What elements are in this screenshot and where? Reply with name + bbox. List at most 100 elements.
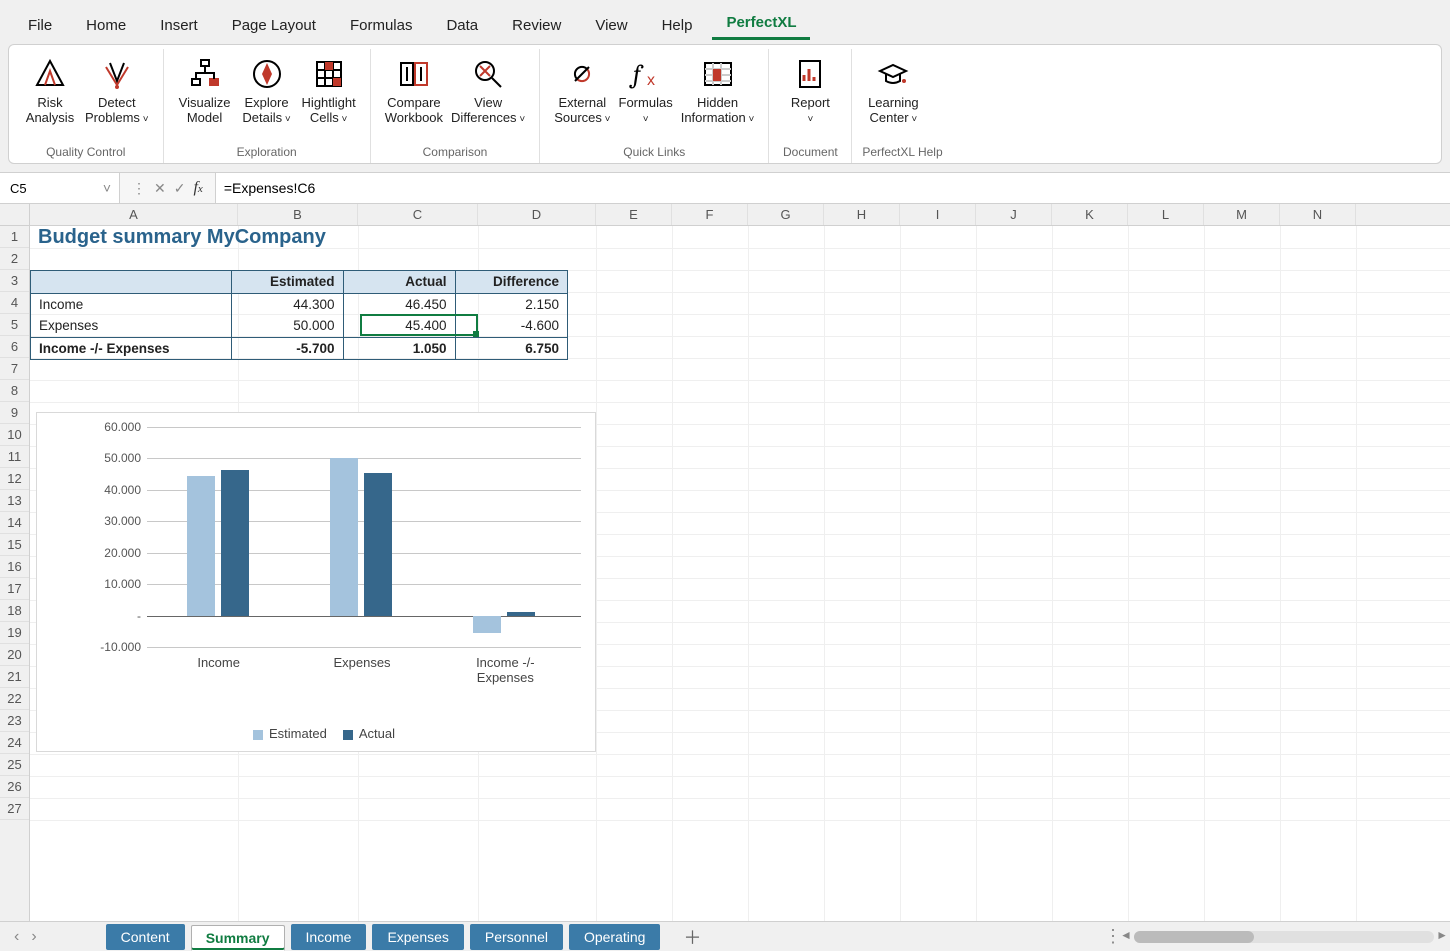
- row-header-26[interactable]: 26: [0, 776, 29, 798]
- table-cell[interactable]: 44.300: [231, 293, 343, 315]
- row-header-15[interactable]: 15: [0, 534, 29, 556]
- col-header-C[interactable]: C: [358, 204, 478, 225]
- row-header-16[interactable]: 16: [0, 556, 29, 578]
- menu-file[interactable]: File: [14, 9, 66, 40]
- learning-center-button[interactable]: LearningCenter: [862, 53, 924, 129]
- formulas-button[interactable]: fxFormulas: [615, 53, 677, 129]
- row-header-12[interactable]: 12: [0, 468, 29, 490]
- row-header-22[interactable]: 22: [0, 688, 29, 710]
- table-cell[interactable]: 1.050: [343, 337, 455, 359]
- menu-view[interactable]: View: [581, 9, 641, 40]
- formula-input[interactable]: [215, 173, 1450, 203]
- col-header-D[interactable]: D: [478, 204, 596, 225]
- table-cell[interactable]: 46.450: [343, 293, 455, 315]
- table-cell[interactable]: -5.700: [231, 337, 343, 359]
- view-differences-button[interactable]: ViewDifferences: [447, 53, 529, 129]
- tab-nav-next[interactable]: ›: [25, 928, 42, 946]
- row-header-23[interactable]: 23: [0, 710, 29, 732]
- row-header-10[interactable]: 10: [0, 424, 29, 446]
- menu-insert[interactable]: Insert: [146, 9, 212, 40]
- col-header-G[interactable]: G: [748, 204, 824, 225]
- menu-page-layout[interactable]: Page Layout: [218, 9, 330, 40]
- scroll-right-icon[interactable]: ►: [1436, 928, 1448, 942]
- table-cell[interactable]: Income -/- Expenses: [31, 337, 231, 359]
- col-header-M[interactable]: M: [1204, 204, 1280, 225]
- row-header-13[interactable]: 13: [0, 490, 29, 512]
- more-icon[interactable]: ⋮: [132, 180, 146, 197]
- horizontal-scrollbar[interactable]: ◄ ►: [1134, 931, 1434, 943]
- sheet-tab-operating[interactable]: Operating: [569, 924, 660, 950]
- table-cell[interactable]: Income: [31, 293, 231, 315]
- menu-formulas[interactable]: Formulas: [336, 9, 427, 40]
- fx-icon[interactable]: fx: [193, 179, 202, 197]
- col-header-L[interactable]: L: [1128, 204, 1204, 225]
- row-header-25[interactable]: 25: [0, 754, 29, 776]
- row-header-14[interactable]: 14: [0, 512, 29, 534]
- table-cell[interactable]: 6.750: [455, 337, 567, 359]
- row-header-24[interactable]: 24: [0, 732, 29, 754]
- row-header-17[interactable]: 17: [0, 578, 29, 600]
- worksheet[interactable]: ABCDEFGHIJKLMN 1234567891011121314151617…: [0, 204, 1450, 925]
- menu-perfectxl[interactable]: PerfectXL: [712, 6, 810, 40]
- compare-workbook-button[interactable]: CompareWorkbook: [381, 53, 447, 127]
- col-header-I[interactable]: I: [900, 204, 976, 225]
- risk-analysis-button[interactable]: RiskAnalysis: [19, 53, 81, 127]
- visualize-model-button[interactable]: VisualizeModel: [174, 53, 236, 127]
- menu-help[interactable]: Help: [648, 9, 707, 40]
- col-header-J[interactable]: J: [976, 204, 1052, 225]
- table-cell[interactable]: 2.150: [455, 293, 567, 315]
- table-cell[interactable]: 50.000: [231, 315, 343, 337]
- explore-details-button[interactable]: ExploreDetails: [236, 53, 298, 129]
- sheet-tab-expenses[interactable]: Expenses: [372, 924, 463, 950]
- row-header-1[interactable]: 1: [0, 226, 29, 248]
- row-header-27[interactable]: 27: [0, 798, 29, 820]
- name-box-input[interactable]: [8, 180, 88, 197]
- row-header-19[interactable]: 19: [0, 622, 29, 644]
- col-header-N[interactable]: N: [1280, 204, 1356, 225]
- table-cell[interactable]: Expenses: [31, 315, 231, 337]
- external-sources-button[interactable]: ExternalSources: [550, 53, 614, 129]
- row-header-20[interactable]: 20: [0, 644, 29, 666]
- col-header-E[interactable]: E: [596, 204, 672, 225]
- menu-review[interactable]: Review: [498, 9, 575, 40]
- row-header-3[interactable]: 3: [0, 270, 29, 292]
- col-header-A[interactable]: A: [30, 204, 238, 225]
- scroll-left-icon[interactable]: ◄: [1120, 928, 1132, 942]
- row-header-4[interactable]: 4: [0, 292, 29, 314]
- sheet-tab-summary[interactable]: Summary: [191, 925, 285, 951]
- row-header-11[interactable]: 11: [0, 446, 29, 468]
- table-cell[interactable]: 45.400: [343, 315, 455, 337]
- menu-data[interactable]: Data: [432, 9, 492, 40]
- row-header-2[interactable]: 2: [0, 248, 29, 270]
- hidden-info-button[interactable]: HiddenInformation: [677, 53, 759, 129]
- scroll-thumb[interactable]: [1134, 931, 1254, 943]
- row-header-21[interactable]: 21: [0, 666, 29, 688]
- name-box[interactable]: ˅: [0, 173, 120, 203]
- enter-icon[interactable]: ✓: [174, 180, 186, 197]
- col-header-H[interactable]: H: [824, 204, 900, 225]
- name-box-dropdown-icon[interactable]: ˅: [103, 180, 111, 196]
- cell-grid[interactable]: Budget summary MyCompany EstimatedActual…: [30, 226, 1450, 925]
- col-header-F[interactable]: F: [672, 204, 748, 225]
- row-header-9[interactable]: 9: [0, 402, 29, 424]
- add-sheet-button[interactable]: ＋: [683, 924, 701, 950]
- cancel-icon[interactable]: ✕: [154, 180, 166, 197]
- sheet-tab-personnel[interactable]: Personnel: [470, 924, 563, 950]
- row-header-8[interactable]: 8: [0, 380, 29, 402]
- highlight-cells-button[interactable]: HightlightCells: [298, 53, 360, 129]
- tab-nav-prev[interactable]: ‹: [8, 928, 25, 946]
- row-header-7[interactable]: 7: [0, 358, 29, 380]
- report-button[interactable]: Report: [779, 53, 841, 129]
- row-header-18[interactable]: 18: [0, 600, 29, 622]
- row-header-5[interactable]: 5: [0, 314, 29, 336]
- table-cell[interactable]: -4.600: [455, 315, 567, 337]
- select-all-corner[interactable]: [0, 204, 30, 225]
- chart[interactable]: -10.000-10.00020.00030.00040.00050.00060…: [36, 412, 596, 752]
- menu-home[interactable]: Home: [72, 9, 140, 40]
- col-header-B[interactable]: B: [238, 204, 358, 225]
- detect-problems-button[interactable]: DetectProblems: [81, 53, 153, 129]
- col-header-K[interactable]: K: [1052, 204, 1128, 225]
- sheet-tab-income[interactable]: Income: [291, 924, 367, 950]
- row-header-6[interactable]: 6: [0, 336, 29, 358]
- sheet-tab-content[interactable]: Content: [106, 924, 185, 950]
